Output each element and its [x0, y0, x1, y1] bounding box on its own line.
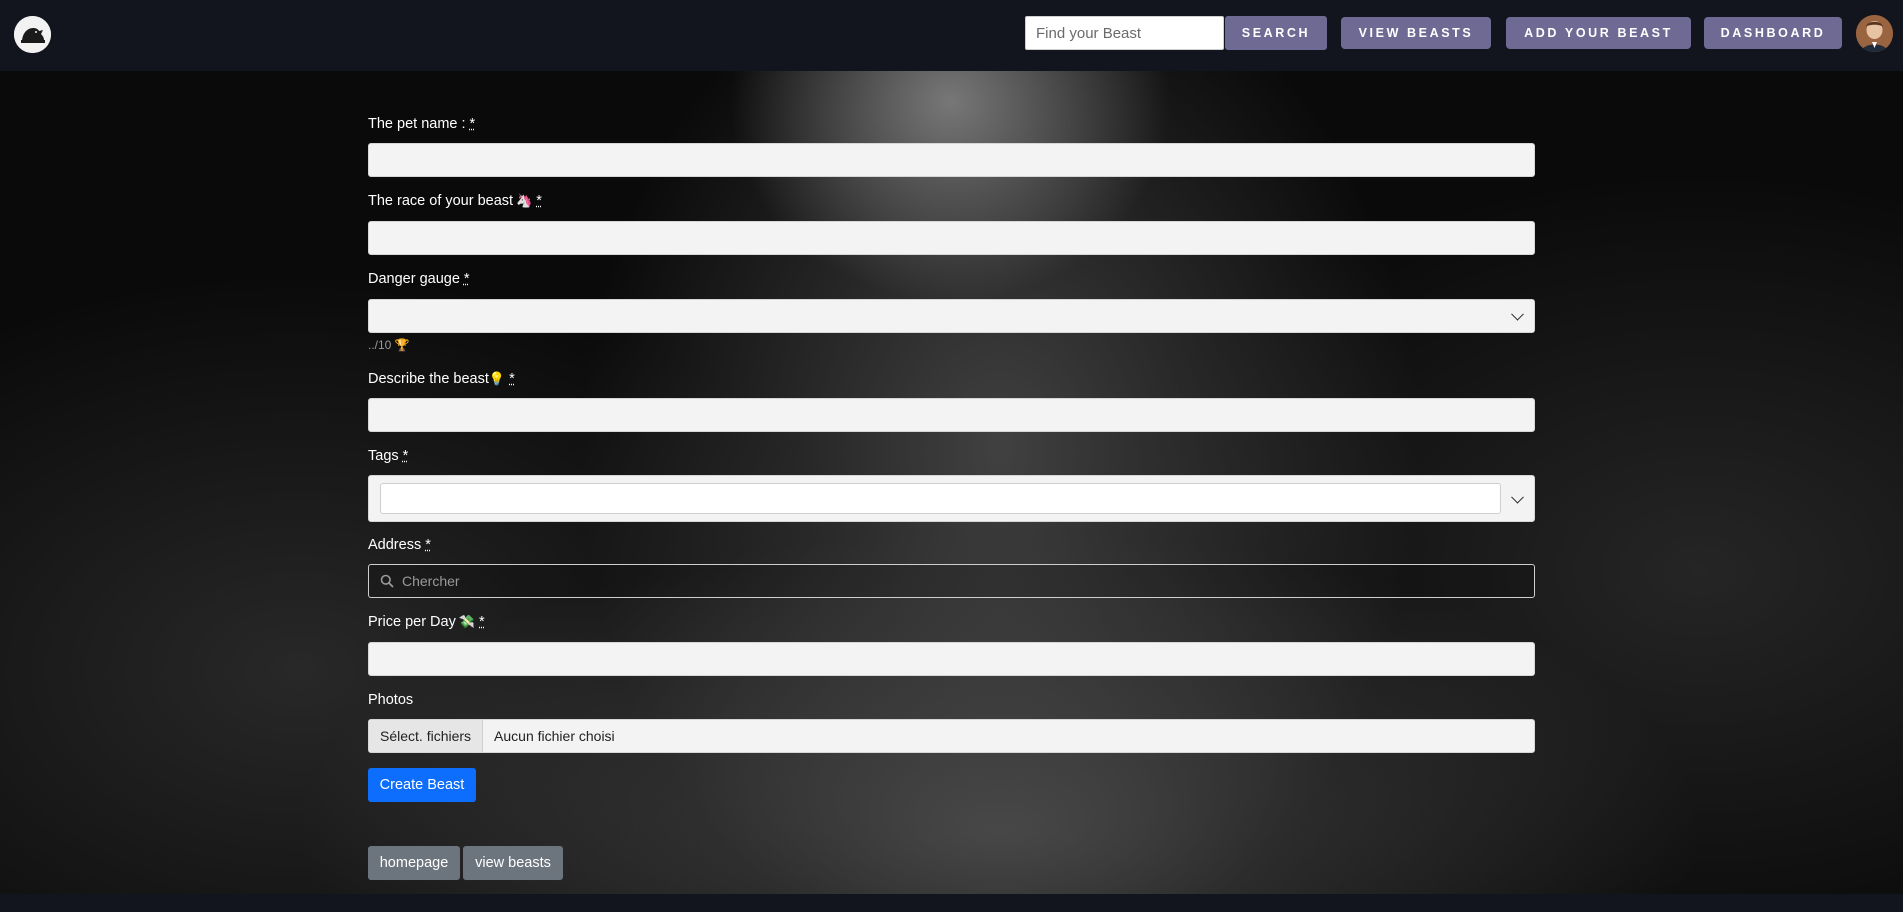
photos-label: Photos [368, 692, 414, 708]
price-input[interactable] [369, 643, 1534, 675]
photos-file-input[interactable]: Sélect. fichiers Aucun fichier choisi [368, 719, 1535, 753]
tags-label: Tags * [368, 448, 409, 464]
pet-name-input[interactable] [369, 144, 1534, 176]
homepage-button[interactable]: homepage [368, 846, 460, 880]
select-files-button[interactable]: Sélect. fichiers [369, 720, 484, 752]
price-label: Price per Day 💸 * [368, 614, 485, 630]
pet-name-field[interactable] [368, 143, 1535, 177]
chevron-down-icon [1511, 307, 1524, 321]
danger-gauge-label: Danger gauge * [368, 271, 470, 287]
navbar: SEARCH VIEW BEASTS ADD YOUR BEAST DASHBO… [0, 0, 1903, 71]
danger-gauge-hint: ../10 🏆 [368, 338, 410, 352]
unicorn-icon: 🦄 [516, 193, 533, 208]
address-label: Address * [368, 537, 431, 553]
tags-select[interactable] [368, 475, 1535, 522]
describe-label: Describe the beast💡 * [368, 371, 515, 387]
logo-icon[interactable] [14, 16, 51, 53]
chevron-down-icon [1511, 490, 1524, 504]
file-status: Aucun fichier choisi [494, 728, 615, 744]
view-beasts-button[interactable]: VIEW BEASTS [1341, 17, 1491, 49]
create-beast-button[interactable]: Create Beast [368, 768, 476, 802]
race-input[interactable] [369, 222, 1534, 254]
tags-input[interactable] [380, 483, 1501, 514]
describe-field[interactable] [368, 398, 1535, 432]
danger-gauge-select[interactable] [368, 299, 1535, 333]
search-button[interactable]: SEARCH [1225, 16, 1327, 50]
address-input[interactable] [394, 565, 1534, 597]
lightbulb-icon: 💡 [488, 371, 506, 386]
money-icon: 💸 [458, 614, 476, 629]
race-label: The race of your beast 🦄 * [368, 193, 542, 209]
add-beast-button[interactable]: ADD YOUR BEAST [1506, 17, 1691, 49]
pet-name-label: The pet name : * [368, 116, 476, 132]
footer [0, 894, 1903, 912]
search-input[interactable] [1025, 16, 1224, 50]
search-icon [380, 574, 394, 588]
view-beasts-link-button[interactable]: view beasts [463, 846, 563, 880]
dashboard-button[interactable]: DASHBOARD [1704, 17, 1842, 49]
trophy-icon: 🏆 [394, 338, 410, 352]
avatar[interactable] [1856, 15, 1893, 52]
describe-input[interactable] [369, 399, 1534, 431]
price-field[interactable] [368, 642, 1535, 676]
address-field[interactable] [368, 564, 1535, 598]
race-field[interactable] [368, 221, 1535, 255]
